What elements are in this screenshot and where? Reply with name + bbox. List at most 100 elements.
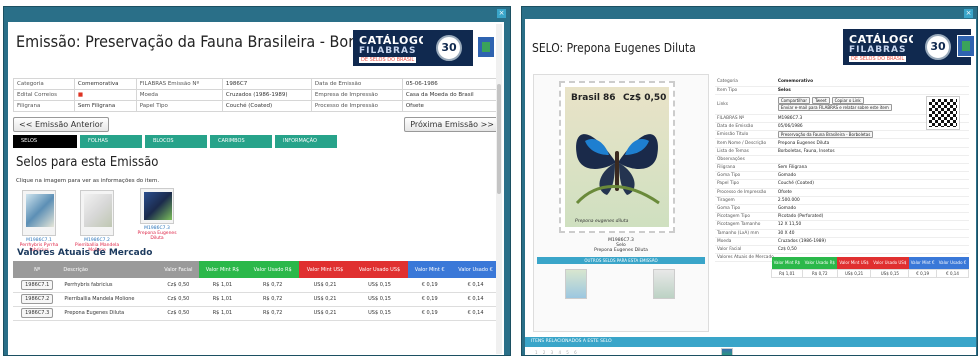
detail-value: Selos bbox=[775, 86, 969, 95]
section-title: Selos para esta Emissão bbox=[16, 155, 159, 170]
market-cell: US$ 0,21 bbox=[299, 278, 351, 293]
thumbnail-label[interactable]: M1986C7.3 Prepona Eugenes Diluta bbox=[132, 226, 182, 241]
detail-row: Picotagem Tamanho 12 X 11,50 bbox=[715, 220, 969, 230]
detail-label: Papel Tipo bbox=[715, 179, 776, 189]
info-row: Edital Correios ■ Moeda Cruzados (1986-1989… bbox=[13, 89, 501, 101]
info-label: FILABRAS Emissão Nº bbox=[135, 78, 223, 90]
scrollbar[interactable] bbox=[496, 24, 502, 354]
stamp-thumbnail[interactable] bbox=[22, 190, 56, 236]
market-cell: Cz$ 0,50 bbox=[157, 306, 199, 321]
detail-row: Categoria Comemorativo bbox=[715, 78, 969, 87]
related-item-thumb[interactable] bbox=[721, 348, 733, 355]
butterfly-illustration-icon bbox=[575, 134, 660, 205]
detail-label: Tiragem bbox=[715, 196, 776, 205]
info-value: Couché (Coated) bbox=[221, 100, 312, 112]
report-email-button[interactable]: Enviar e-mail para FILABRAS e relatar so… bbox=[777, 104, 892, 112]
detail-row: Processo de Impressão Ofsete bbox=[715, 188, 969, 197]
detail-row: Goma Tipo Gomado bbox=[715, 171, 969, 181]
info-value: Comemorativa bbox=[73, 78, 137, 90]
emission-link-button[interactable]: Preservação da Fauna Brasileira - Borbol… bbox=[777, 131, 874, 139]
share-button[interactable]: Tweet bbox=[812, 97, 830, 105]
other-stamp-thumb[interactable] bbox=[653, 269, 675, 299]
market-cell: R$ 1,01 bbox=[198, 292, 247, 307]
next-emission-button[interactable]: Próxima Emissão >> bbox=[404, 117, 500, 132]
detail-label: Valor Facial bbox=[715, 245, 776, 255]
butterfly-stamp-icon bbox=[26, 194, 54, 227]
pagination[interactable]: 1 2 3 4 5 6 bbox=[535, 350, 579, 355]
market-cell: R$ 0,72 bbox=[246, 306, 300, 321]
info-label: Papel Tipo bbox=[135, 100, 223, 112]
detail-label: Moeda bbox=[715, 237, 776, 246]
detail-label: Item Nome / Descrição bbox=[715, 138, 776, 148]
market-row: 1986C7.3 Prepona Eugenes Diluta Cz$ 0,50 R$… bbox=[13, 306, 500, 321]
detail-value: Gomado bbox=[775, 171, 969, 181]
stamp-thumbnail[interactable] bbox=[140, 188, 174, 224]
detail-value: 2.500.000 bbox=[775, 196, 969, 205]
market-cell: R$ 1,01 bbox=[198, 306, 247, 321]
detail-value: Sem Filigrana bbox=[775, 163, 969, 173]
info-value: 1986C7 bbox=[221, 78, 312, 90]
close-icon[interactable]: × bbox=[964, 9, 973, 18]
stamp-content: SELO: Prepona Eugenes Diluta CATÁLOGO FI… bbox=[525, 19, 976, 355]
market-cell: R$ 0,72 bbox=[246, 292, 300, 307]
detail-row: Emissão Título Preservação da Fauna Brasi… bbox=[715, 130, 969, 140]
share-button[interactable]: Copiar o Link bbox=[831, 97, 864, 105]
item-code-button[interactable]: 1986C7.3 bbox=[21, 308, 54, 318]
detail-label: Data de Emissão bbox=[715, 122, 776, 132]
page-title: Emissão: Preservação da Fauna Brasileira… bbox=[16, 32, 407, 51]
detail-value: Couché (Coated) bbox=[775, 179, 969, 189]
market-values-table: Nº Descrição Valor Facial Valor Mint R$ Valo… bbox=[13, 261, 500, 321]
detail-value: Cruzados (1986-1989) bbox=[775, 237, 969, 246]
detail-label: Categoria bbox=[715, 78, 776, 87]
detail-row: Moeda Cruzados (1986-1989) bbox=[715, 237, 969, 246]
tab-0[interactable]: SELOS bbox=[13, 135, 77, 148]
tab-1[interactable]: FOLHAS bbox=[80, 135, 142, 148]
info-label: Processo de Impressão bbox=[310, 100, 403, 112]
market-cell: 1986C7.1 bbox=[13, 278, 62, 293]
market-cell: € 0,14 bbox=[451, 278, 500, 293]
pdf-icon[interactable]: ■ bbox=[78, 92, 83, 98]
info-label: Edital Correios bbox=[13, 89, 75, 101]
stamp-thumbnail[interactable] bbox=[80, 190, 114, 236]
item-code-button[interactable]: 1986C7.1 bbox=[21, 279, 54, 290]
stamp-window: × SELO: Prepona Eugenes Diluta CATÁLOGO … bbox=[521, 6, 978, 356]
market-cell: R$ 0,72 bbox=[246, 278, 300, 293]
detail-label: Tamanho (LxA) mm bbox=[715, 229, 776, 238]
info-value: 05-06-1986 bbox=[401, 78, 501, 90]
detail-label: Links bbox=[715, 94, 776, 115]
info-value: Casa da Moeda do Brasil bbox=[401, 89, 501, 101]
detail-value: Borboletas, Fauna, Insetos bbox=[775, 147, 969, 156]
tab-2[interactable]: BLOCOS bbox=[145, 135, 207, 148]
info-value: Cruzados (1986-1989) bbox=[221, 89, 312, 101]
qr-code-icon bbox=[926, 96, 960, 130]
market-header: Valor Mint € bbox=[408, 261, 452, 278]
close-icon[interactable]: × bbox=[497, 9, 506, 18]
emission-window: × Emissão: Preservação da Fauna Brasilei… bbox=[3, 6, 511, 356]
market-cell: € 0,19 bbox=[408, 306, 452, 321]
butterfly-stamp-icon bbox=[144, 192, 172, 220]
market-header: Nº bbox=[13, 261, 62, 278]
previous-emission-button[interactable]: << Emissão Anterior bbox=[13, 117, 109, 132]
info-label: Data de Emissão bbox=[310, 78, 403, 90]
item-code-button[interactable]: 1986C7.2 bbox=[21, 294, 54, 304]
detail-value bbox=[775, 155, 969, 165]
market-cell: Pierriballia Mandela Molione bbox=[61, 292, 158, 307]
info-row: Filigrana Sem Filigrana Papel Tipo Couché (… bbox=[13, 100, 501, 112]
detail-label: Processo de Impressão bbox=[715, 188, 776, 197]
market-cell: 1986C7.2 bbox=[13, 292, 62, 307]
page-title: SELO: Prepona Eugenes Diluta bbox=[532, 41, 696, 55]
stamp-image[interactable]: Brasil 86 Cz$ 0,50 Prepona eugenes dilut… bbox=[559, 81, 675, 233]
market-cell: € 0,19 bbox=[408, 278, 452, 293]
info-label: Moeda bbox=[135, 89, 223, 101]
info-label: Empresa de Impressão bbox=[310, 89, 403, 101]
detail-value: Gomado bbox=[775, 204, 969, 214]
market-header: Valor Usado US$ bbox=[350, 261, 409, 278]
tab-3[interactable]: CARIMBOS bbox=[210, 135, 272, 148]
share-button[interactable]: Compartilhar bbox=[777, 97, 811, 105]
current-values-table: Valor Mint R$ Valor Usado R$ Valor Mint US… bbox=[771, 257, 969, 278]
tab-4[interactable]: INFORMAÇÃO bbox=[275, 135, 337, 148]
other-stamp-thumb[interactable] bbox=[565, 269, 587, 299]
detail-value: Prepona Eugenes Diluta bbox=[775, 138, 969, 148]
shield-logo-icon bbox=[477, 36, 495, 58]
detail-label: Goma Tipo bbox=[715, 204, 776, 214]
